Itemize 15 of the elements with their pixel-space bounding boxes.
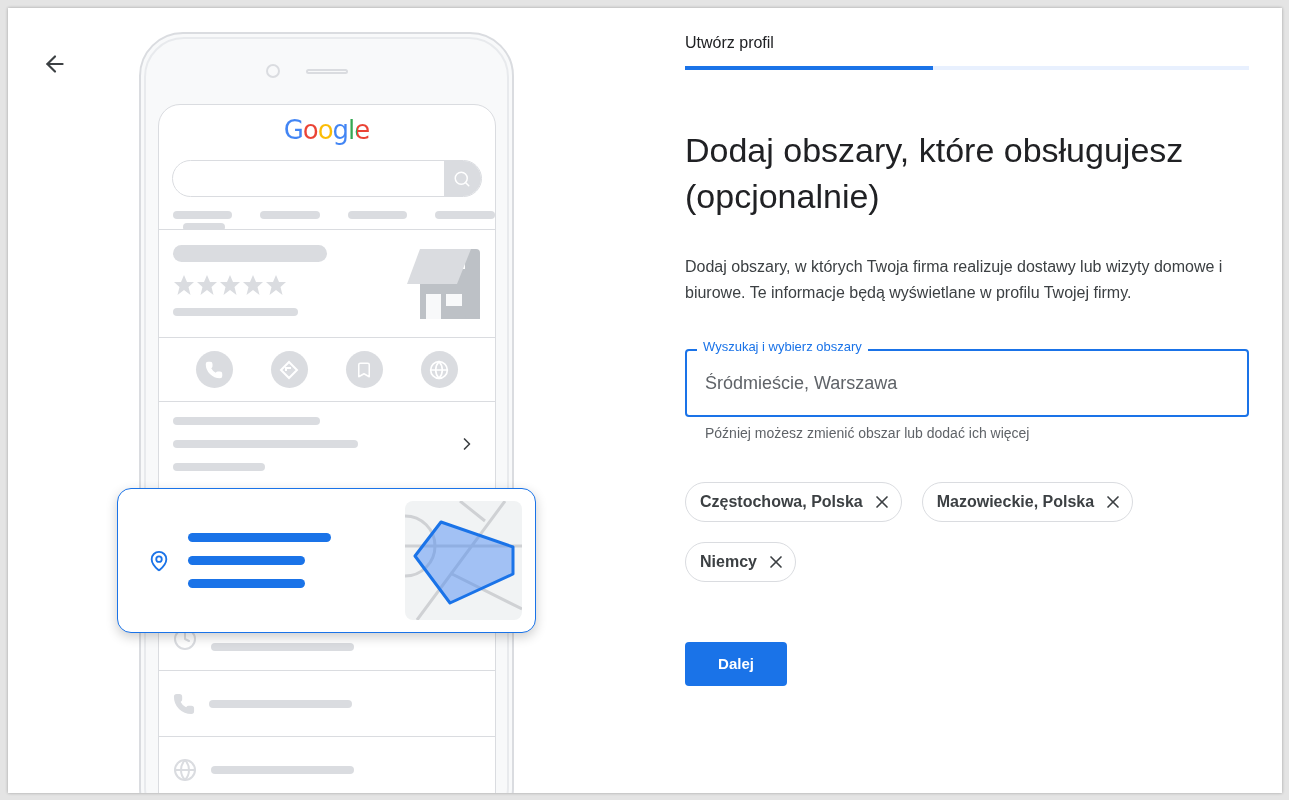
next-button[interactable]: Dalej bbox=[685, 642, 787, 686]
speaker-icon bbox=[305, 68, 348, 74]
globe-icon bbox=[172, 757, 197, 782]
chip-label: Częstochowa, Polska bbox=[700, 492, 863, 512]
phone-icon bbox=[172, 692, 195, 715]
step-title: Utwórz profil bbox=[685, 33, 775, 53]
chip-label: Niemcy bbox=[700, 552, 757, 572]
page-heading: Dodaj obszary, które obsługujesz (opcjonalnie) bbox=[685, 130, 1185, 217]
field-label: Wyszukaj i wybierz obszary bbox=[697, 339, 868, 355]
helper-text: Później możesz zmienić obszar lub dodać ich więcej bbox=[705, 424, 1031, 443]
chip-label: Mazowieckie, Polska bbox=[936, 492, 1095, 512]
description-text: Dodaj obszary, w których Twoja firma realizuje dostawy lub wizyty domowe i biurowe. Te informacje będą wyświetlane w profilu Twojej firmy. bbox=[685, 257, 1224, 303]
storefront-icon bbox=[406, 249, 481, 319]
location-pin-icon bbox=[148, 549, 170, 572]
camera-icon bbox=[265, 64, 280, 78]
